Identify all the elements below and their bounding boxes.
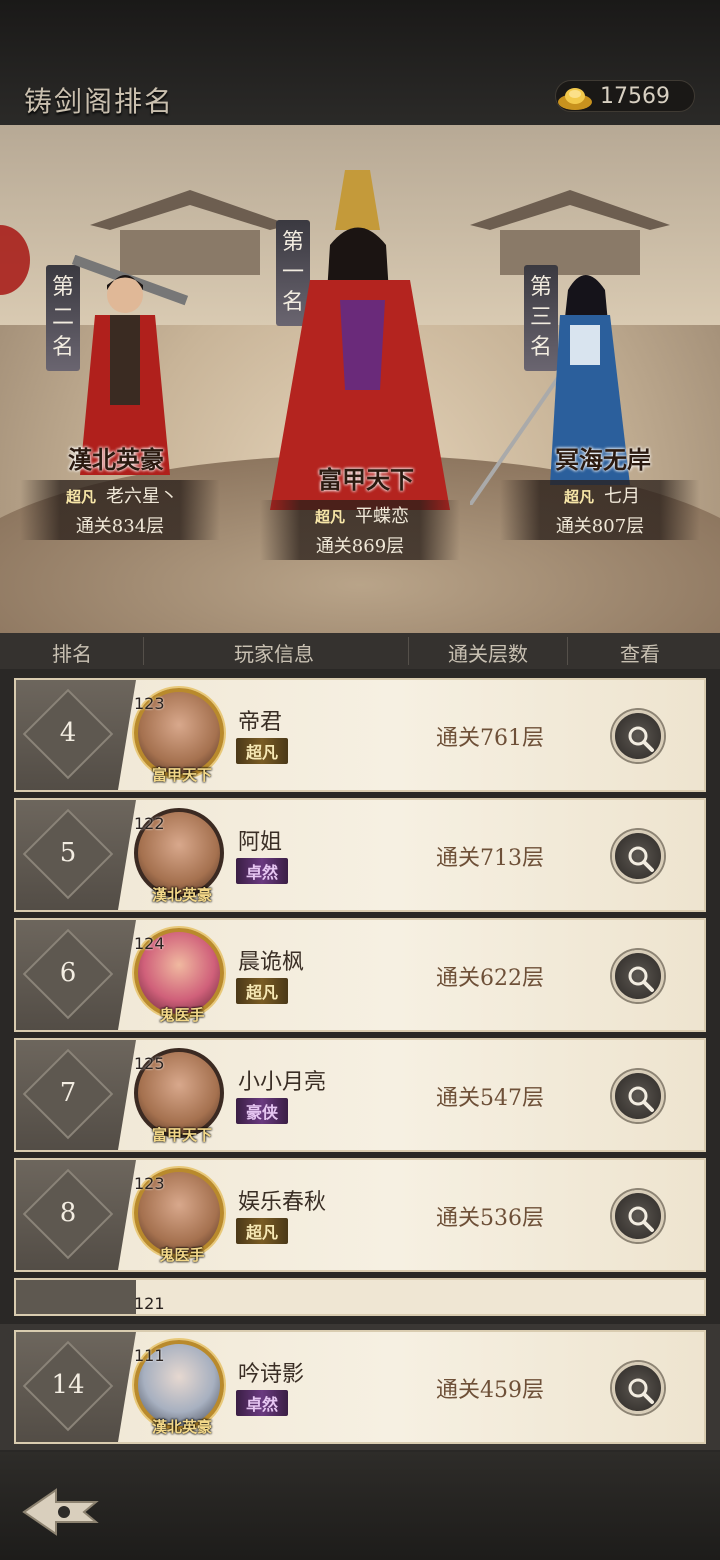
page-title: 铸剑阁排名 <box>24 85 175 118</box>
second-place-floor: 通关834层 <box>75 516 165 537</box>
player-name: 帝君 <box>238 710 283 735</box>
table-row[interactable]: 5 122 漢北英豪 阿姐 卓然 通关713层 <box>14 798 706 912</box>
rank-number: 6 <box>59 958 77 988</box>
view-button[interactable] <box>612 710 664 762</box>
table-row[interactable]: 7 125 富甲天下 小小月亮 豪侠 通关547层 <box>14 1038 706 1152</box>
player-level: 123 <box>134 694 165 713</box>
player-floor: 通关713层 <box>436 846 544 871</box>
player-floor: 通关547层 <box>436 1086 544 1111</box>
rank-number: 4 <box>59 718 77 748</box>
table-row-partial[interactable]: 121 <box>14 1278 706 1316</box>
player-tier-badge: 卓然 <box>236 1390 289 1416</box>
avatar-clan: 漢北英豪 <box>151 1418 212 1436</box>
third-place-name: 七月 <box>604 486 640 507</box>
avatar-clan: 漢北英豪 <box>151 886 212 904</box>
view-button[interactable] <box>612 1070 664 1122</box>
player-name: 晨诡枫 <box>238 950 305 975</box>
player-level: 123 <box>134 1174 165 1193</box>
third-place-tier: 超凡 <box>563 488 594 506</box>
table-row[interactable]: 4 123 富甲天下 帝君 超凡 通关761层 <box>14 678 706 792</box>
player-name: 吟诗影 <box>238 1362 305 1387</box>
player-level: 121 <box>134 1294 165 1313</box>
first-place-clan: 富甲天下 <box>318 465 414 494</box>
search-icon <box>628 1378 654 1404</box>
player-floor: 通关536层 <box>436 1206 544 1231</box>
player-level: 125 <box>134 1054 165 1073</box>
search-icon <box>628 966 654 992</box>
first-place-character[interactable] <box>260 170 460 510</box>
gold-ingot-icon <box>558 88 592 110</box>
first-place-floor: 通关869层 <box>315 536 405 557</box>
col-rank: 排名 <box>52 642 92 666</box>
search-icon <box>628 1206 654 1232</box>
player-tier-badge: 超凡 <box>236 738 289 764</box>
bottom-bar <box>0 1452 720 1560</box>
avatar-clan: 富甲天下 <box>151 766 212 784</box>
view-button[interactable] <box>612 830 664 882</box>
header-divider <box>143 637 144 665</box>
search-icon <box>628 846 654 872</box>
top-bar: 铸剑阁排名 17569 <box>0 0 720 125</box>
view-button[interactable] <box>612 950 664 1002</box>
col-player: 玩家信息 <box>234 642 314 666</box>
player-level: 111 <box>134 1346 165 1365</box>
player-level: 122 <box>134 814 165 833</box>
third-place-clan: 冥海无岸 <box>555 445 651 474</box>
col-view: 查看 <box>620 642 660 666</box>
rank-number: 8 <box>59 1198 77 1228</box>
view-button[interactable] <box>612 1190 664 1242</box>
player-tier-badge: 豪侠 <box>236 1098 289 1124</box>
header-divider <box>408 637 409 665</box>
table-row[interactable]: 6 124 鬼医手 晨诡枫 超凡 通关622层 <box>14 918 706 1032</box>
gold-amount: 17569 <box>600 84 670 109</box>
player-name: 小小月亮 <box>238 1070 327 1095</box>
player-level: 124 <box>134 934 165 953</box>
search-icon <box>628 1086 654 1112</box>
player-tier-badge: 超凡 <box>236 1218 289 1244</box>
rank-cell <box>16 1280 136 1314</box>
third-place-plate: 超凡 七月 通关807层 <box>500 480 700 540</box>
player-tier-badge: 超凡 <box>236 978 289 1004</box>
player-floor: 通关459层 <box>436 1378 544 1403</box>
header-divider <box>567 637 568 665</box>
third-place-floor: 通关807层 <box>555 516 645 537</box>
avatar-clan: 鬼医手 <box>159 1006 205 1024</box>
player-name: 阿姐 <box>238 830 283 855</box>
player-floor: 通关622层 <box>436 966 544 991</box>
avatar-clan: 富甲天下 <box>151 1126 212 1144</box>
rank-number: 5 <box>59 838 77 868</box>
first-place-name: 平蝶恋 <box>355 506 409 527</box>
gold-counter: 17569 <box>555 80 695 112</box>
my-rank-panel: 14 111 漢北英豪 吟诗影 卓然 通关459层 <box>0 1324 720 1450</box>
player-name: 娱乐春秋 <box>238 1190 327 1215</box>
player-floor: 通关761层 <box>436 726 544 751</box>
table-row[interactable]: 14 111 漢北英豪 吟诗影 卓然 通关459层 <box>14 1330 706 1444</box>
back-arrow-icon[interactable] <box>16 1482 106 1542</box>
second-place-name: 老六星丶 <box>106 486 178 507</box>
second-place-clan: 漢北英豪 <box>68 445 164 474</box>
col-floors: 通关层数 <box>448 642 528 666</box>
first-place-plate: 超凡 平蝶恋 通关869层 <box>260 500 460 560</box>
podium-scene: 第二名 漢北英豪 超凡 老六星丶 通关834层 第一名 富甲天下 超凡 平蝶恋 通关… <box>0 125 720 635</box>
second-place-plate: 超凡 老六星丶 通关834层 <box>20 480 220 540</box>
rank-number: 7 <box>59 1078 77 1108</box>
view-button[interactable] <box>612 1362 664 1414</box>
second-place-tier: 超凡 <box>65 488 96 506</box>
search-icon <box>628 726 654 752</box>
ranking-table-header: 排名 玩家信息 通关层数 查看 <box>0 633 720 669</box>
first-place-tier: 超凡 <box>314 508 345 526</box>
player-tier-badge: 卓然 <box>236 858 289 884</box>
table-row[interactable]: 8 123 鬼医手 娱乐春秋 超凡 通关536层 <box>14 1158 706 1272</box>
avatar-clan: 鬼医手 <box>159 1246 205 1264</box>
rank-number: 14 <box>51 1370 85 1400</box>
